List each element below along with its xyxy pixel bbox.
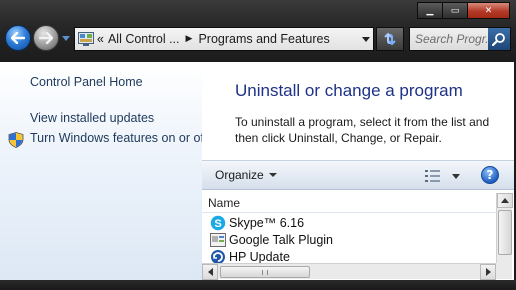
column-header-name[interactable]: Name	[208, 196, 240, 210]
maximize-button[interactable]: ▭	[443, 2, 468, 19]
window-controls: ▁ ▭ ✕	[417, 2, 510, 19]
help-button[interactable]: ?	[481, 166, 499, 184]
chevron-down-icon	[452, 173, 460, 179]
list-column-header: Name	[202, 193, 496, 213]
chevron-right-icon	[485, 268, 491, 276]
organize-label: Organize	[215, 168, 264, 182]
list-item[interactable]: Google Talk Plugin	[210, 231, 333, 248]
window-title-bar: ▁ ▭ ✕ « All Control ... ▶ Programs and F…	[0, 0, 516, 62]
program-name: Skype™ 6.16	[229, 215, 305, 230]
vertical-scroll-thumb[interactable]	[498, 210, 512, 255]
program-name: HP Update	[229, 249, 290, 264]
address-segment-programs-and-features[interactable]: Programs and Features	[198, 32, 329, 46]
program-name: Google Talk Plugin	[229, 232, 334, 247]
search-input[interactable]	[410, 28, 488, 50]
page-title: Uninstall or change a program	[235, 81, 463, 100]
change-view-button[interactable]	[424, 168, 464, 184]
address-dropdown-button[interactable]	[359, 28, 373, 50]
horizontal-scrollbar[interactable]	[202, 263, 496, 280]
chevron-left-icon	[207, 268, 213, 276]
page-description: To uninstall a program, select it from t…	[235, 115, 490, 145]
main-content: Uninstall or change a program To uninsta…	[202, 62, 514, 280]
scroll-up-button[interactable]	[497, 193, 513, 208]
chevron-down-icon	[362, 36, 370, 42]
minimize-button[interactable]: ▁	[417, 2, 443, 19]
refresh-button[interactable]	[376, 27, 404, 51]
uac-shield-icon	[8, 132, 24, 148]
chevron-down-icon	[268, 173, 277, 177]
sidebar-item-control-panel-home[interactable]: Control Panel Home	[30, 75, 143, 89]
control-panel-icon	[75, 28, 97, 50]
address-bar[interactable]: « All Control ... ▶ Programs and Feature…	[74, 27, 374, 51]
recent-pages-dropdown[interactable]	[61, 33, 71, 43]
back-button[interactable]	[5, 25, 31, 51]
task-pane: Control Panel Home View installed update…	[0, 62, 207, 280]
organize-button[interactable]: Organize	[215, 168, 277, 182]
list-item[interactable]: S Skype™ 6.16	[210, 214, 304, 231]
chevron-down-icon	[62, 35, 70, 41]
scroll-right-button[interactable]	[480, 264, 496, 280]
minimize-icon: ▁	[426, 5, 434, 16]
address-path-prefix[interactable]: «	[97, 32, 104, 46]
search-button[interactable]	[488, 28, 510, 50]
vertical-scrollbar[interactable]	[496, 193, 513, 263]
view-details-icon	[425, 170, 440, 182]
refresh-icon	[384, 32, 396, 46]
sidebar-item-turn-windows-features[interactable]: Turn Windows features on or off	[30, 131, 207, 145]
breadcrumb-separator-icon[interactable]: ▶	[186, 34, 193, 44]
close-icon: ✕	[484, 5, 493, 16]
sidebar-item-view-installed-updates[interactable]: View installed updates	[30, 111, 154, 125]
chevron-up-icon	[501, 198, 509, 203]
skype-icon: S	[210, 215, 226, 231]
command-bar: Organize ?	[202, 160, 514, 190]
search-icon	[492, 33, 505, 46]
help-icon: ?	[486, 168, 494, 182]
window-frame-bottom	[0, 280, 516, 290]
scroll-grip-icon	[262, 270, 268, 275]
close-button[interactable]: ✕	[468, 2, 510, 19]
address-segment-all-control-panel[interactable]: All Control ...	[108, 32, 180, 46]
horizontal-scroll-thumb[interactable]	[220, 266, 310, 278]
maximize-icon: ▭	[450, 5, 460, 16]
google-talk-plugin-icon	[210, 232, 226, 248]
forward-button[interactable]	[33, 25, 59, 51]
arrow-right-icon	[39, 32, 53, 44]
scroll-left-button[interactable]	[202, 264, 218, 280]
search-box[interactable]	[409, 27, 511, 51]
arrow-left-icon	[11, 32, 25, 44]
scrollbar-corner	[496, 263, 512, 279]
svg-text:S: S	[214, 218, 221, 230]
